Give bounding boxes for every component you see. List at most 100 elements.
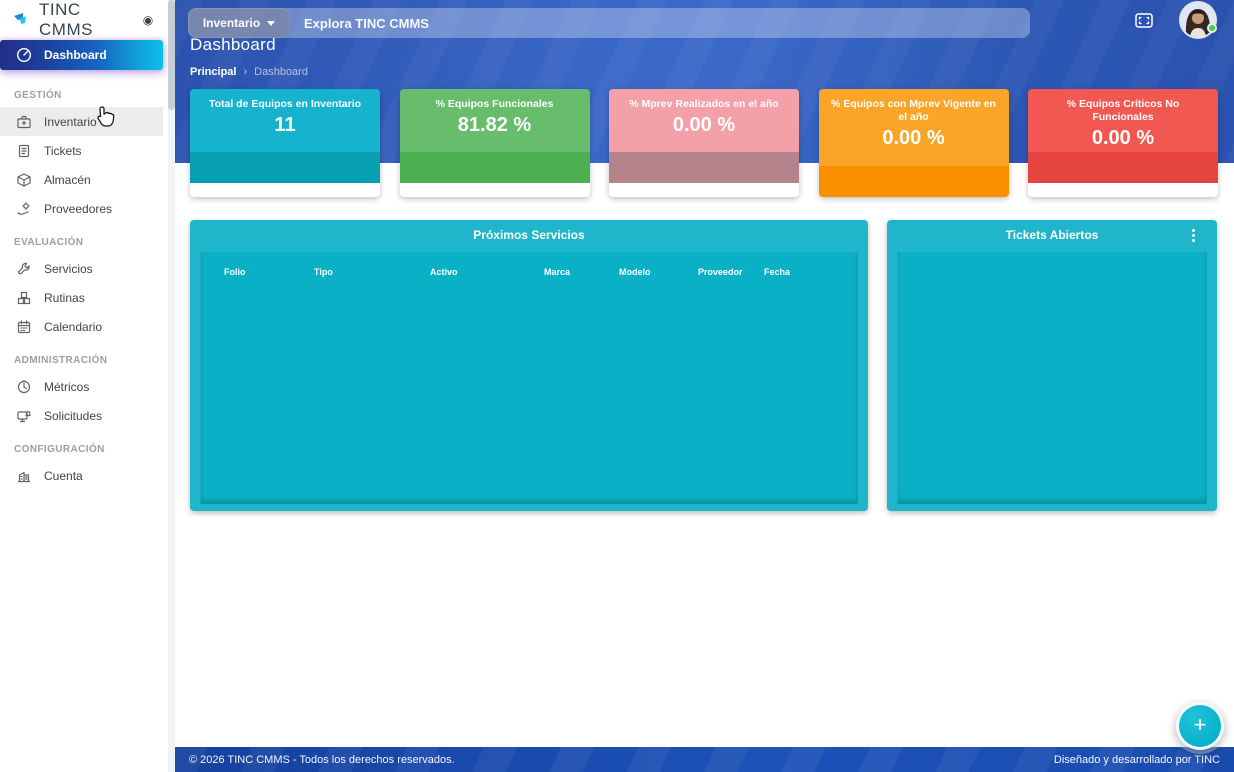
sidebar: TINC CMMS ◉ Dashboard GESTIÓN Inventario T… — [0, 0, 175, 772]
proximos-servicios-panel: Próximos Servicios FolioTipoActivoMarcaM… — [190, 220, 868, 511]
fullscreen-button[interactable] — [1133, 9, 1155, 31]
search-input[interactable] — [290, 8, 1030, 38]
hand-gear-icon — [16, 201, 32, 217]
sidebar-section-label: EVALUACIÓN — [0, 223, 163, 254]
sidebar-item-label: Almacén — [44, 173, 91, 187]
column-header-fecha: Fecha — [764, 267, 858, 277]
ticket-icon — [16, 143, 32, 159]
stat-card-value: 81.82 % — [458, 114, 531, 137]
column-header-proveedor: Proveedor — [698, 267, 764, 277]
stat-card: % Mprev Realizados en el año 0.00 % — [609, 89, 799, 197]
sidebar-item-label: Inventario — [44, 115, 97, 129]
breadcrumb-principal[interactable]: Principal — [190, 66, 236, 78]
wrench-icon — [16, 261, 32, 277]
search-context-dropdown[interactable]: Inventario — [188, 8, 290, 38]
stat-card-footer — [819, 166, 1009, 197]
column-header-marca: Marca — [544, 267, 619, 277]
add-button[interactable]: + — [1176, 702, 1224, 750]
gauge-icon — [16, 379, 32, 395]
fullscreen-icon — [1135, 13, 1153, 28]
toolbox-icon — [16, 114, 32, 130]
stat-card-title: % Equipos con Mprev Vigente en el año — [819, 98, 1009, 124]
stat-card-main: % Equipos Funcionales 81.82 % — [400, 89, 590, 152]
sidebar-section-label: ADMINISTRACIÓN — [0, 341, 163, 372]
panel-title: Tickets Abiertos — [887, 228, 1217, 242]
sidebar-item-label: Dashboard — [44, 48, 107, 62]
sidebar-item-label: Solicitudes — [44, 409, 102, 423]
tickets-abiertos-panel: Tickets Abiertos — [887, 220, 1217, 511]
sidebar-item-cuenta[interactable]: Cuenta — [0, 461, 163, 490]
speedometer-icon — [16, 47, 32, 63]
sidebar-item-metricos[interactable]: Métricos — [0, 372, 163, 401]
sidebar-item-rutinas[interactable]: Rutinas — [0, 283, 163, 312]
sidebar-scrollbar[interactable] — [168, 0, 175, 772]
sidebar-item-dashboard[interactable]: Dashboard — [0, 40, 163, 70]
breadcrumb-separator: › — [243, 66, 247, 78]
table-header-row: FolioTipoActivoMarcaModeloProveedorFecha — [200, 251, 858, 277]
search-context-label: Inventario — [203, 16, 260, 30]
calendar-icon — [16, 319, 32, 335]
stat-card: Total de Equipos en Inventario 11 — [190, 89, 380, 197]
plus-icon: + — [1194, 714, 1207, 736]
sidebar-item-solicitudes[interactable]: Solicitudes — [0, 401, 163, 430]
sidebar-item-label: Calendario — [44, 320, 102, 334]
stat-card-footer — [1028, 152, 1218, 183]
global-search-bar: Inventario — [188, 8, 1030, 38]
stat-card-title: % Mprev Realizados en el año — [621, 98, 786, 111]
column-header-folio: Folio — [224, 267, 314, 277]
sidebar-item-label: Cuenta — [44, 469, 83, 483]
sidebar-item-almacen[interactable]: Almacén — [0, 165, 163, 194]
stat-card-footer — [400, 152, 590, 183]
stat-card-main: Total de Equipos en Inventario 11 — [190, 89, 380, 152]
kebab-dot — [1192, 239, 1195, 242]
footer-credit: Diseñado y desarrollado por TINC — [1054, 754, 1220, 766]
sidebar-section-label: CONFIGURACIÓN — [0, 430, 163, 461]
monitor-bell-icon — [16, 408, 32, 424]
header-actions — [1133, 0, 1234, 40]
chevron-down-icon — [267, 21, 275, 26]
main-area: Inventario — [175, 0, 1234, 772]
building-icon — [16, 468, 32, 484]
sidebar-item-proveedores[interactable]: Proveedores — [0, 194, 163, 223]
user-avatar[interactable] — [1181, 3, 1215, 37]
sidebar-item-servicios[interactable]: Servicios — [0, 254, 163, 283]
sidebar-item-label: Proveedores — [44, 202, 112, 216]
stat-card-value: 0.00 % — [882, 127, 944, 150]
sidebar-item-calendario[interactable]: Calendario — [0, 312, 163, 341]
sidebar-collapse-toggle-icon[interactable]: ◉ — [138, 10, 158, 30]
stat-card: % Equipos Críticos No Funcionales 0.00 % — [1028, 89, 1218, 197]
app-window: TINC CMMS ◉ Dashboard GESTIÓN Inventario T… — [0, 0, 1234, 772]
sidebar-item-label: Tickets — [44, 144, 82, 158]
breadcrumb-current: Dashboard — [254, 66, 308, 78]
page-title: Dashboard — [190, 35, 276, 55]
sidebar-sections: GESTIÓN Inventario Tickets Almacén Proveedor… — [0, 76, 163, 490]
stat-cards-row: Total de Equipos en Inventario 11 % Equi… — [190, 89, 1218, 197]
sidebar-item-label: Rutinas — [44, 291, 85, 305]
stat-card-main: % Mprev Realizados en el año 0.00 % — [609, 89, 799, 152]
panel-title: Próximos Servicios — [190, 228, 868, 242]
brand-logo-icon — [13, 12, 31, 28]
sidebar-item-label: Servicios — [44, 262, 93, 276]
column-header-modelo: Modelo — [619, 267, 698, 277]
tickets-options-button[interactable] — [1185, 226, 1201, 244]
kebab-dot — [1192, 234, 1195, 237]
brand-row: TINC CMMS ◉ — [0, 0, 168, 40]
stat-card: % Equipos Funcionales 81.82 % — [400, 89, 590, 197]
column-header-activo: Activo — [430, 267, 544, 277]
package-icon — [16, 172, 32, 188]
sidebar-section-label: GESTIÓN — [0, 76, 163, 107]
stat-card-value: 11 — [274, 114, 295, 137]
stat-card: % Equipos con Mprev Vigente en el año 0.… — [819, 89, 1009, 197]
sidebar-item-tickets[interactable]: Tickets — [0, 136, 163, 165]
stat-card-value: 0.00 % — [673, 114, 735, 137]
brand-name: TINC CMMS — [39, 0, 138, 40]
stat-card-footer — [609, 152, 799, 183]
sidebar-item-label: Métricos — [44, 380, 89, 394]
sidebar-scrollbar-thumb[interactable] — [168, 0, 175, 110]
proximos-servicios-table: FolioTipoActivoMarcaModeloProveedorFecha — [200, 251, 858, 504]
sidebar-item-inventario[interactable]: Inventario — [0, 107, 163, 136]
cubes-icon — [16, 290, 32, 306]
stat-card-title: Total de Equipos en Inventario — [201, 98, 369, 111]
footer-copyright: © 2026 TINC CMMS - Todos los derechos re… — [189, 754, 455, 766]
footer: © 2026 TINC CMMS - Todos los derechos re… — [175, 747, 1234, 772]
